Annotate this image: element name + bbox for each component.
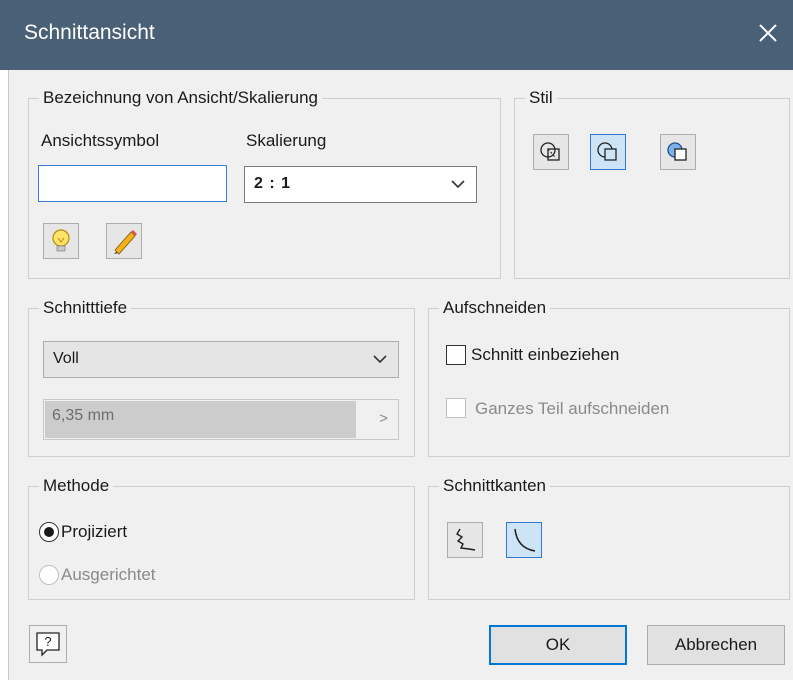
chevron-down-icon (451, 180, 465, 189)
slice-group: Aufschneiden (428, 298, 790, 457)
lightbulb-icon (52, 229, 70, 252)
scale-select[interactable]: 2 : 1 (244, 166, 477, 203)
method-group-title: Methode (43, 476, 110, 495)
view-symbol-label: Ansichtssymbol (41, 131, 160, 150)
hidden-lines-style-icon (540, 142, 560, 161)
section-distance-value: 6,35 mm (52, 407, 115, 424)
svg-text:?: ? (44, 634, 51, 649)
view-symbol-input[interactable] (38, 165, 227, 202)
visible-lines-style-icon (597, 142, 617, 161)
section-distance-field: 6,35 mm > (43, 399, 399, 440)
slice-all-parts-checkbox (446, 398, 466, 418)
style-visible-lines-button[interactable] (590, 134, 626, 170)
visibility-lightbulb-button[interactable] (43, 223, 79, 259)
help-button[interactable]: ? (29, 625, 67, 663)
include-slice-checkbox[interactable] (446, 345, 466, 365)
scale-label: Skalierung (246, 131, 327, 150)
chevron-down-icon (373, 355, 387, 364)
style-shaded-button[interactable] (660, 134, 696, 170)
curved-edge-icon (514, 528, 536, 552)
projected-radio[interactable] (39, 522, 59, 542)
edit-label-button[interactable] (106, 223, 142, 259)
section-edges-group-title: Schnittkanten (443, 476, 547, 495)
section-depth-value: Voll (53, 350, 79, 367)
title-bar: Schnittansicht (0, 0, 793, 70)
cancel-button[interactable]: Abbrechen (647, 625, 785, 665)
help-icon: ? (36, 632, 60, 657)
style-hidden-lines-button[interactable] (533, 134, 569, 170)
projected-label[interactable]: Projiziert (61, 522, 127, 542)
scale-value: 2 : 1 (254, 175, 292, 192)
section-depth-group-title: Schnitttiefe (43, 298, 128, 317)
dialog-body: Bezeichnung von Ansicht/Skalierung Ansic… (8, 70, 793, 680)
close-icon[interactable] (751, 16, 785, 50)
slice-all-parts-label: Ganzes Teil aufschneiden (475, 399, 670, 418)
ok-button[interactable]: OK (489, 625, 627, 665)
pencil-icon (114, 230, 137, 255)
smooth-edges-button[interactable] (447, 522, 483, 558)
aligned-label: Ausgerichtet (61, 565, 156, 584)
shaded-style-icon (667, 142, 687, 161)
sharp-edges-button[interactable] (506, 522, 542, 558)
style-group-title: Stil (529, 88, 553, 107)
window-title: Schnittansicht (24, 21, 155, 44)
aligned-radio (39, 565, 59, 585)
slice-group-title: Aufschneiden (443, 298, 547, 317)
jagged-edge-icon (456, 528, 476, 551)
view-label-group-title: Bezeichnung von Ansicht/Skalierung (43, 88, 319, 107)
style-group: Stil (514, 88, 790, 279)
chevron-right-icon: > (379, 410, 388, 427)
include-slice-label[interactable]: Schnitt einbeziehen (471, 345, 619, 365)
section-depth-select[interactable]: Voll (43, 341, 399, 378)
